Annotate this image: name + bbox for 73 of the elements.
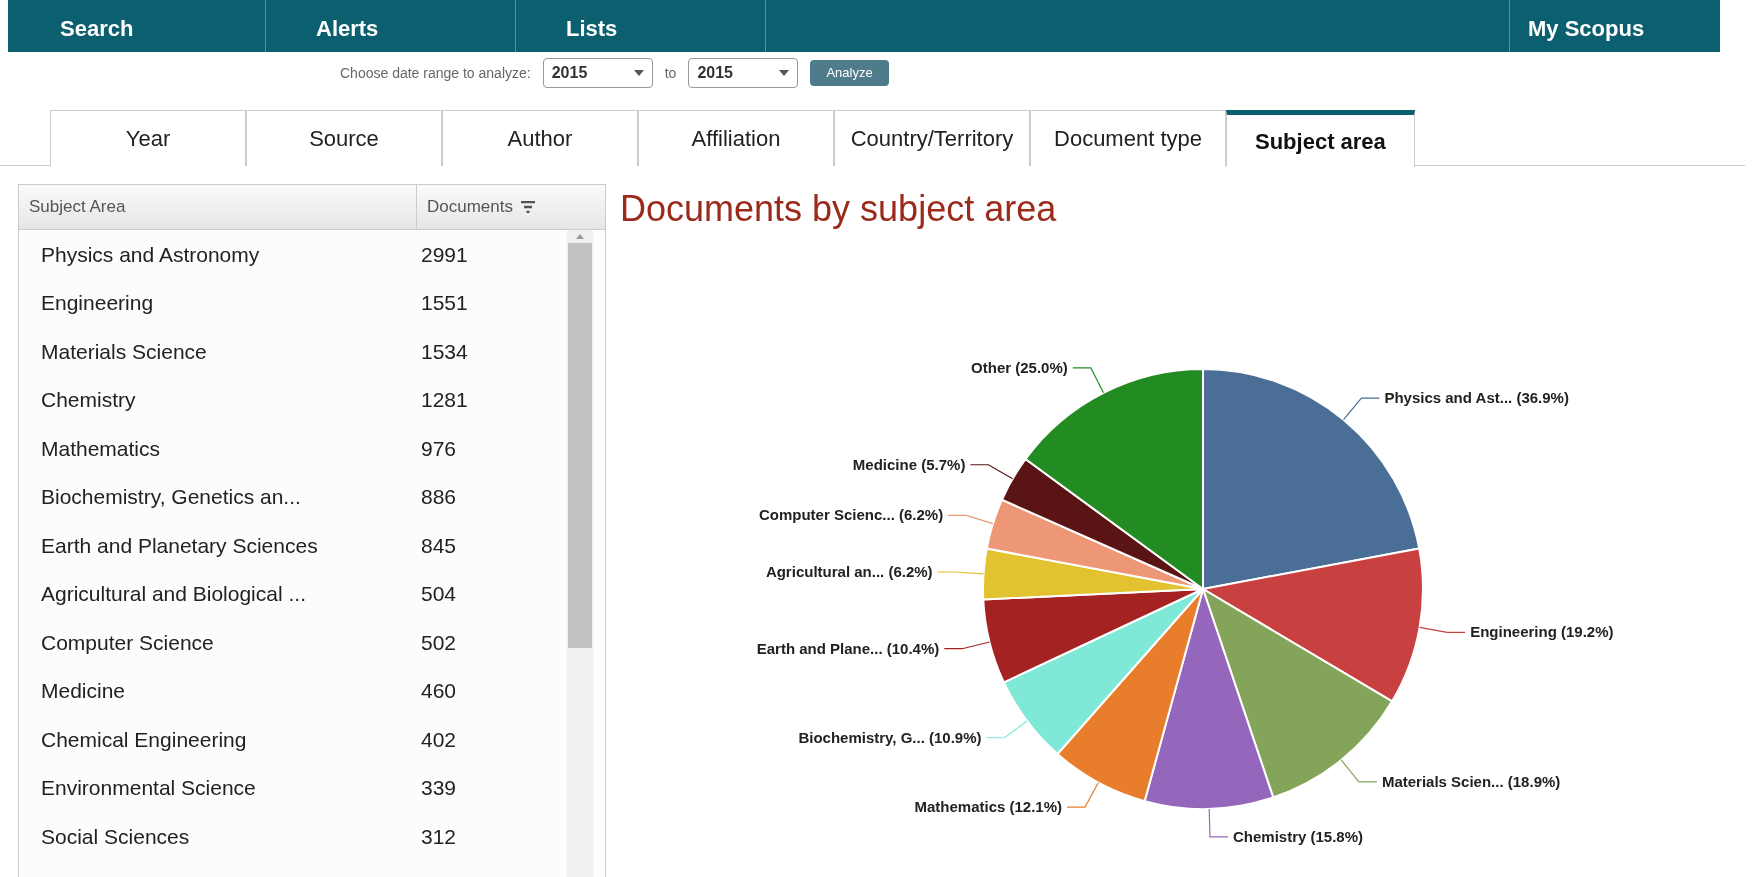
leader-line	[1342, 397, 1380, 421]
pie-label: Computer Scienc... (6.2%)	[758, 506, 944, 524]
tab[interactable]: Author	[442, 110, 638, 166]
table-cell-text: 339	[420, 775, 457, 801]
scroll-up-icon	[576, 234, 584, 239]
leader-line	[985, 720, 1028, 739]
leader-line	[1208, 808, 1229, 838]
caret-icon	[633, 70, 644, 76]
column-header[interactable]: Subject Area	[19, 185, 417, 229]
range-separator: to	[664, 63, 677, 83]
table-cell-text: 1281	[420, 387, 468, 413]
leader-line	[943, 641, 991, 650]
table-cell-text: Medicine	[40, 678, 127, 704]
table-cell-text: 1534	[420, 338, 468, 365]
nav-link[interactable]: Lists	[516, 0, 766, 52]
tab[interactable]: Subject area	[1226, 110, 1415, 167]
pie-label: Other (25.0%)	[971, 358, 1068, 376]
year-select[interactable]: 2015	[542, 58, 653, 88]
table-cell-text: Mathematics	[40, 435, 162, 462]
table-cell-text: Agricultural and Biological ...	[40, 581, 307, 607]
table-cell-text: 1551	[420, 290, 468, 316]
scrollbar-thumb[interactable]	[568, 243, 592, 648]
pie-label: Engineering (19.2%)	[1470, 623, 1614, 641]
table-cell-text: 460	[420, 678, 457, 704]
pie-label: Mathematics (12.1%)	[914, 798, 1063, 816]
table-cell-text: Earth and Planetary Sciences	[40, 532, 319, 559]
pie-label: Agricultural an... (6.2%)	[765, 563, 933, 580]
tab[interactable]: Year	[50, 110, 246, 166]
nav-link[interactable]: Alerts	[266, 0, 516, 52]
table-cell-text: 402	[420, 726, 457, 753]
nav-link[interactable]: Search	[8, 0, 266, 52]
leader-line	[947, 514, 994, 525]
table-cell-text: Chemistry	[40, 387, 137, 413]
chart-title: Documents by subject area	[620, 187, 1058, 231]
table-cell-text: 312	[420, 823, 457, 850]
tab[interactable]: Affiliation	[638, 110, 834, 166]
pie-label: Chemistry (15.8%)	[1233, 827, 1364, 845]
table-cell-text: Biochemistry, Genetics an...	[40, 484, 302, 510]
leader-line	[937, 571, 985, 575]
leader-line	[1419, 626, 1466, 633]
table-cell-text: 2991	[420, 241, 468, 268]
scrollbar[interactable]	[567, 230, 593, 877]
tab[interactable]: Document type	[1030, 110, 1226, 166]
leader-line	[1066, 781, 1099, 808]
caret-icon	[779, 70, 790, 76]
leader-line	[1340, 759, 1378, 783]
table-cell-text: 502	[420, 629, 457, 656]
year-select[interactable]: 2015	[688, 58, 799, 88]
table-cell-text: 845	[420, 532, 457, 559]
tab[interactable]: Country/Territory	[834, 110, 1030, 166]
analyze-button[interactable]: Analyze	[810, 60, 889, 86]
table-cell-text: Materials Science	[40, 338, 208, 365]
table-cell-text: Social Sciences	[40, 823, 191, 850]
tab[interactable]: Source	[246, 110, 442, 166]
table-cell-text: 976	[420, 435, 457, 462]
pie-label: Earth and Plane... (10.4%)	[756, 639, 940, 657]
table-cell-text: Physics and Astronomy	[40, 241, 261, 268]
sort-icon	[521, 201, 535, 213]
date-range-prompt: Choose date range to analyze:	[340, 63, 531, 83]
pie-label: Physics and Ast... (36.9%)	[1384, 389, 1569, 407]
table-cell-text: 504	[420, 581, 457, 607]
leader-line	[1072, 367, 1105, 394]
pie-label: Medicine (5.7%)	[852, 455, 966, 473]
table-cell-text: Engineering	[40, 290, 155, 316]
table-cell-text: Environmental Science	[40, 775, 257, 801]
column-header[interactable]: Documents	[417, 185, 535, 229]
table-cell-text: Chemical Engineering	[40, 726, 248, 753]
pie-label: Materials Scien... (18.9%)	[1381, 772, 1561, 790]
leader-line	[969, 464, 1014, 480]
pie-label: Biochemistry, G... (10.9%)	[798, 728, 982, 746]
table-cell-text: 886	[420, 484, 457, 510]
nav-link[interactable]: My Scopus	[1510, 0, 1720, 52]
table-cell-text: Computer Science	[40, 629, 215, 656]
